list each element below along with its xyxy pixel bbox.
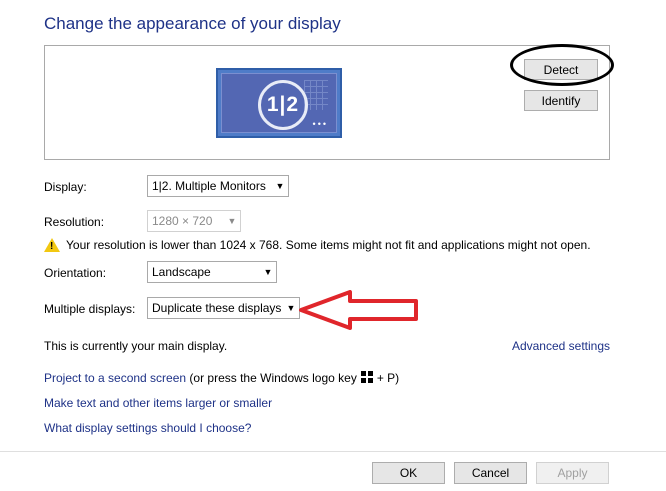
resolution-label: Resolution: [44,215,105,229]
cancel-button[interactable]: Cancel [454,462,527,484]
multiple-displays-label: Multiple displays: [44,302,136,316]
display-label: Display: [44,180,87,194]
chevron-down-icon: ▼ [275,181,285,191]
annotation-arrow-icon [299,290,418,330]
apply-button[interactable]: Apply [536,462,609,484]
resolution-select[interactable]: 1280 × 720 ▼ [147,210,241,232]
display-select-value: 1|2. Multiple Monitors [152,179,266,193]
detect-button[interactable]: Detect [524,59,598,80]
display-select[interactable]: 1|2. Multiple Monitors ▼ [147,175,289,197]
monitor-screen: 1|2 ••• [221,73,337,133]
orientation-label: Orientation: [44,266,107,280]
resolution-select-value: 1280 × 720 [152,214,213,228]
warning-icon: ! [44,238,60,252]
multiple-displays-select[interactable]: Duplicate these displays ▼ [147,297,300,319]
resolution-warning: ! Your resolution is lower than 1024 x 7… [44,238,591,252]
project-row: Project to a second screen (or press the… [44,371,399,385]
windows-logo-icon [360,371,373,383]
main-display-text: This is currently your main display. [44,339,228,353]
identify-button[interactable]: Identify [524,90,598,111]
multiple-displays-select-value: Duplicate these displays [152,301,282,315]
text-size-link[interactable]: Make text and other items larger or smal… [44,396,272,410]
chevron-down-icon: ▼ [227,216,237,226]
display-settings-help-link[interactable]: What display settings should I choose? [44,421,251,435]
orientation-select[interactable]: Landscape ▼ [147,261,277,283]
chevron-down-icon: ▼ [286,303,296,313]
monitor-number-badge: 1|2 [258,80,308,130]
orientation-select-value: Landscape [152,265,211,279]
project-second-screen-link[interactable]: Project to a second screen [44,371,186,385]
project-hint-text: (or press the Windows logo key [189,371,357,385]
advanced-settings-link[interactable]: Advanced settings [512,339,610,353]
footer-divider [0,451,666,452]
page-title: Change the appearance of your display [44,14,341,33]
project-hint-suffix: + P) [376,371,400,385]
warning-text: Your resolution is lower than 1024 x 768… [66,238,591,252]
display-settings-page: Change the appearance of your display 1|… [0,0,666,491]
chevron-down-icon: ▼ [263,267,273,277]
display-preview-area: 1|2 ••• Detect Identify [44,45,610,160]
monitor-icon[interactable]: 1|2 ••• [216,68,342,138]
ok-button[interactable]: OK [372,462,445,484]
monitor-dots: ••• [312,119,328,129]
